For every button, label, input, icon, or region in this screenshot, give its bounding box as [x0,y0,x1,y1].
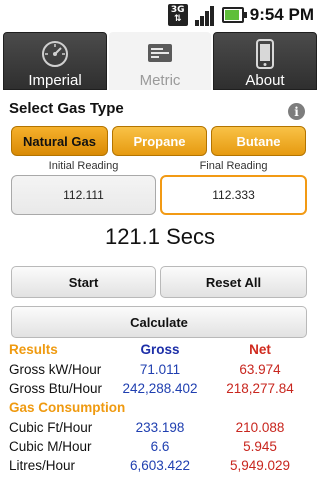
row-label: Gross kW/Hour [9,362,102,377]
status-time: 9:54 PM [249,5,314,24]
gross-heading: Gross [140,342,180,357]
table-row: Gross Btu/Hour 242,288.402 218,277.84 [0,381,320,400]
network-3g-icon: 3G ⇅ [167,4,188,26]
gross-value: 233.198 [135,420,185,435]
row-label: Litres/Hour [9,458,76,473]
status-bar: 3G ⇅ 9:54 PM [0,0,320,30]
reset-all-button[interactable]: Reset All [160,266,307,298]
net-value: 210.088 [235,420,285,435]
net-value: 5,949.029 [229,458,291,473]
row-label: Gross Btu/Hour [9,381,103,396]
tab-label: About [245,72,285,89]
initial-reading-label: Initial Reading [48,160,119,172]
initial-reading-input[interactable] [11,175,156,215]
row-label: Cubic M/Hour [9,439,92,454]
row-label: Cubic Ft/Hour [9,420,93,435]
gross-value: 71.011 [139,362,181,377]
table-row: Cubic M/Hour 6.6 5.945 [0,439,320,458]
signal-icon [194,4,216,26]
final-reading-input[interactable] [160,175,307,215]
table-row: Cubic Ft/Hour 233.198 210.088 [0,420,320,439]
card-icon [145,36,175,70]
propane-button[interactable]: Propane [112,126,207,156]
battery-icon [221,7,247,23]
table-row: Litres/Hour 6,603.422 5,949.029 [0,458,320,477]
gross-value: 6,603.422 [129,458,191,473]
start-button[interactable]: Start [11,266,156,298]
results-heading: Results [9,342,58,357]
info-icon[interactable]: i [288,103,305,120]
gas-consumption-heading: Gas Consumption [9,400,126,415]
table-row: Gross kW/Hour 71.011 63.974 [0,362,320,381]
phone-icon [250,37,280,70]
tab-label: Imperial [28,72,82,89]
gross-value: 242,288.402 [122,381,198,396]
tab-imperial[interactable]: Imperial [3,32,107,90]
natural-gas-button[interactable]: Natural Gas [11,126,108,156]
butane-button[interactable]: Butane [211,126,306,156]
net-value: 63.974 [239,362,281,377]
gas-type-title: Select Gas Type [9,100,124,117]
tab-bar: Imperial Metric About [0,30,320,92]
gross-value: 6.6 [150,439,170,454]
app-screen: 3G ⇅ 9:54 PM Imperial Metric About Selec… [0,0,320,480]
net-heading: Net [249,342,271,357]
tab-metric[interactable]: Metric [109,32,211,90]
net-value: 218,277.84 [226,381,294,396]
final-reading-label: Final Reading [199,160,268,172]
tab-about[interactable]: About [213,32,317,90]
net-value: 5.945 [243,439,277,454]
tab-label: Metric [139,72,181,89]
calculate-button[interactable]: Calculate [11,306,307,338]
results-header-row: Results Gross Net [0,342,320,361]
timer-display: 121.1 Secs [104,224,216,249]
gauge-icon [40,37,70,70]
